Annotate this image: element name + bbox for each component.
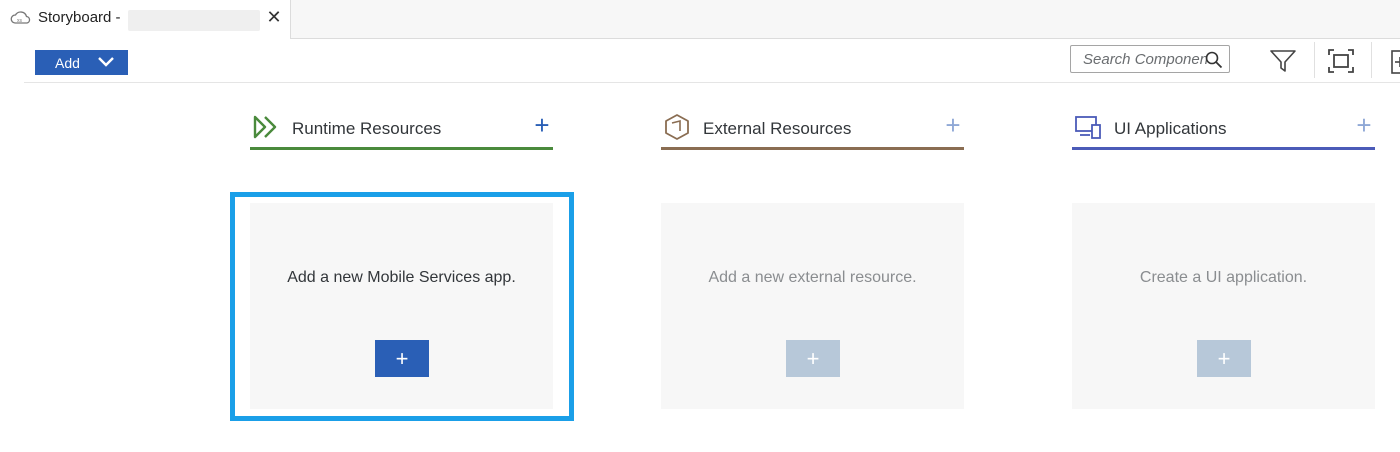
search-icon[interactable] — [1205, 51, 1223, 69]
redacted-text — [128, 10, 260, 31]
column-title: Runtime Resources — [292, 119, 442, 138]
card-text: Add a new Mobile Services app. — [287, 269, 516, 286]
column-header: External Resources + — [661, 108, 964, 150]
toolbar: Add — [24, 40, 1400, 83]
double-chevron-icon — [253, 115, 277, 139]
cube-icon — [665, 114, 689, 140]
filter-icon[interactable] — [1268, 47, 1298, 75]
column-external-resources: External Resources + Add a new external … — [661, 108, 964, 409]
devices-icon — [1075, 116, 1101, 139]
add-button[interactable]: Add — [35, 50, 128, 75]
tab-title: Storyboard - — [38, 9, 121, 26]
svg-text:xs: xs — [17, 18, 23, 24]
search-input[interactable] — [1071, 46, 1221, 72]
tab-bar: xs Storyboard - ✕ — [0, 0, 1400, 39]
add-box-icon[interactable] — [1382, 47, 1400, 75]
empty-state-card: Add a new external resource. + — [661, 203, 964, 409]
toolbar-separator — [1314, 42, 1315, 78]
chevron-down-icon — [98, 57, 114, 67]
cloud-icon: xs — [10, 11, 31, 24]
add-external-resource-card-button[interactable]: + — [786, 340, 840, 377]
close-icon[interactable]: ✕ — [265, 8, 283, 26]
column-title: External Resources — [703, 119, 852, 138]
card-text: Create a UI application. — [1139, 269, 1308, 286]
search-box[interactable] — [1070, 45, 1230, 73]
add-external-resource-button[interactable]: + — [942, 112, 964, 138]
column-title: UI Applications — [1114, 119, 1227, 138]
empty-state-card: Add a new Mobile Services app. + — [250, 203, 553, 409]
card-text: Add a new external resource. — [708, 269, 917, 286]
fit-to-screen-icon[interactable] — [1326, 47, 1356, 75]
toolbar-separator — [1371, 42, 1372, 78]
column-header: Runtime Resources + — [250, 108, 553, 150]
add-button-label: Add — [55, 55, 80, 71]
empty-state-card: Create a UI application. + — [1072, 203, 1375, 409]
column-runtime-resources: Runtime Resources + Add a new Mobile Ser… — [250, 108, 553, 409]
create-ui-application-button[interactable]: + — [1197, 340, 1251, 377]
add-runtime-resource-button[interactable]: + — [531, 112, 553, 138]
add-ui-application-button[interactable]: + — [1353, 112, 1375, 138]
column-header: UI Applications + — [1072, 108, 1375, 150]
tab-storyboard[interactable]: xs Storyboard - ✕ — [0, 0, 291, 39]
column-ui-applications: UI Applications + Create a UI applicatio… — [1072, 108, 1375, 409]
add-mobile-services-app-button[interactable]: + — [375, 340, 429, 377]
